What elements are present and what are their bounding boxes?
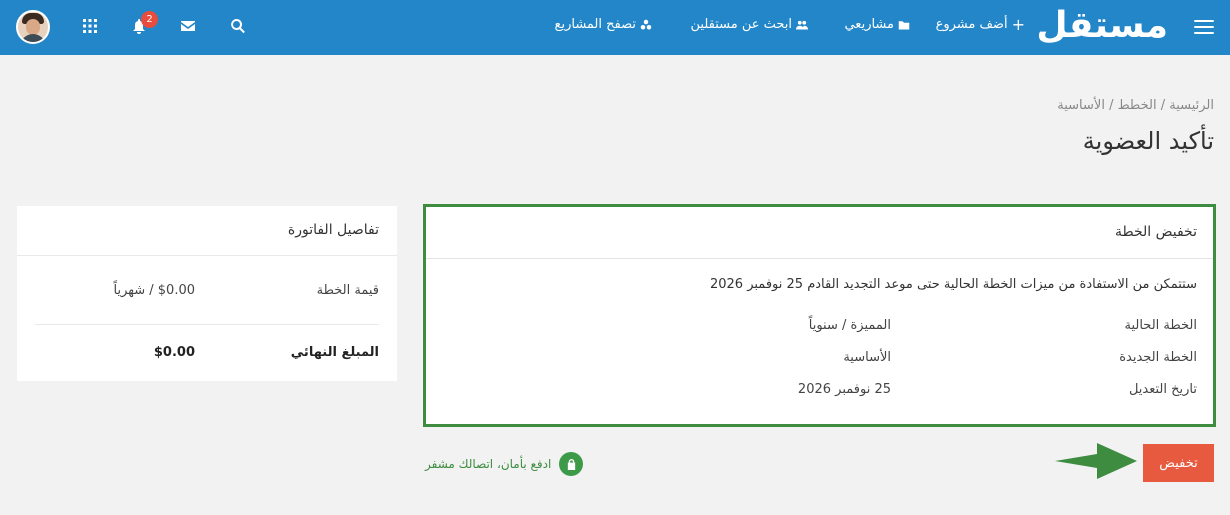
- top-navbar: مستقل أضف مشروع + مشاريعي ابحث عن مستقلي…: [0, 0, 1230, 55]
- logo[interactable]: مستقل: [1036, 6, 1168, 46]
- change-date-row: تاريخ التعديل 25 نوفمبر 2026: [727, 382, 1197, 397]
- breadcrumb-separator: /: [1104, 98, 1118, 113]
- nav-find-freelancers-label: ابحث عن مستقلين: [690, 17, 793, 32]
- users-icon: [796, 20, 808, 29]
- current-plan-row: الخطة الحالية المميزة / سنوياً: [727, 318, 1197, 333]
- invoice-title: تفاصيل الفاتورة: [17, 206, 397, 256]
- new-plan-label: الخطة الجديدة: [1119, 350, 1197, 365]
- breadcrumb-home[interactable]: الرئيسية: [1169, 98, 1214, 113]
- current-plan-label: الخطة الحالية: [1124, 318, 1197, 333]
- plan-value: $0.00 / شهرياً: [113, 283, 196, 298]
- plan-value-label: قيمة الخطة: [316, 283, 379, 298]
- plus-icon: +: [1011, 14, 1025, 34]
- total-label: المبلغ النهائي: [290, 345, 379, 360]
- plan-value-row: قيمة الخطة $0.00 / شهرياً: [34, 283, 380, 298]
- search-icon[interactable]: [230, 18, 246, 34]
- current-plan-value: المميزة / سنوياً: [808, 318, 891, 333]
- cogs-icon: [640, 19, 652, 29]
- total-row: المبلغ النهائي $0.00: [34, 345, 379, 360]
- nav-add-project[interactable]: أضف مشروع +: [935, 14, 1025, 34]
- new-plan-value: الأساسية: [843, 350, 891, 365]
- menu-icon[interactable]: [1194, 19, 1214, 35]
- total-value: $0.00: [153, 345, 195, 360]
- page-title: تأكيد العضوية: [1082, 127, 1214, 155]
- avatar[interactable]: [16, 10, 50, 44]
- plan-downgrade-card: تخفيض الخطة ستتمكن من الاستفادة من ميزات…: [423, 204, 1216, 427]
- nav-find-freelancers[interactable]: ابحث عن مستقلين: [690, 17, 808, 32]
- breadcrumb: الرئيسية / الخطط / الأساسية: [1057, 98, 1214, 113]
- mail-icon[interactable]: [180, 18, 196, 34]
- lock-icon: [559, 452, 584, 476]
- nav-my-projects-label: مشاريعي: [844, 17, 894, 32]
- nav-browse-projects[interactable]: تصفح المشاريع: [555, 17, 652, 32]
- nav-my-projects[interactable]: مشاريعي: [844, 17, 910, 32]
- secure-payment-note: ادفع بأمان، اتصالك مشفر: [425, 452, 584, 476]
- plan-description: ستتمكن من الاستفادة من ميزات الخطة الحال…: [709, 277, 1197, 292]
- invoice-details-card: تفاصيل الفاتورة قيمة الخطة $0.00 / شهريا…: [17, 206, 397, 381]
- apps-grid-icon[interactable]: [82, 18, 98, 34]
- arrow-icon: [1055, 443, 1137, 479]
- change-date-label: تاريخ التعديل: [1128, 382, 1197, 397]
- plan-card-title: تخفيض الخطة: [426, 207, 1213, 259]
- breadcrumb-separator: /: [1156, 98, 1170, 113]
- new-plan-row: الخطة الجديدة الأساسية: [727, 350, 1197, 365]
- nav-add-project-label: أضف مشروع: [935, 17, 1008, 32]
- secure-payment-text: ادفع بأمان، اتصالك مشفر: [425, 457, 552, 471]
- breadcrumb-current: الأساسية: [1057, 98, 1105, 113]
- invoice-divider: [35, 324, 379, 325]
- downgrade-button[interactable]: تخفيض: [1143, 444, 1214, 482]
- folder-icon: [898, 20, 910, 29]
- notification-badge: 2: [141, 11, 158, 28]
- breadcrumb-plans[interactable]: الخطط: [1118, 98, 1157, 113]
- change-date-value: 25 نوفمبر 2026: [797, 382, 891, 397]
- nav-browse-projects-label: تصفح المشاريع: [554, 17, 636, 32]
